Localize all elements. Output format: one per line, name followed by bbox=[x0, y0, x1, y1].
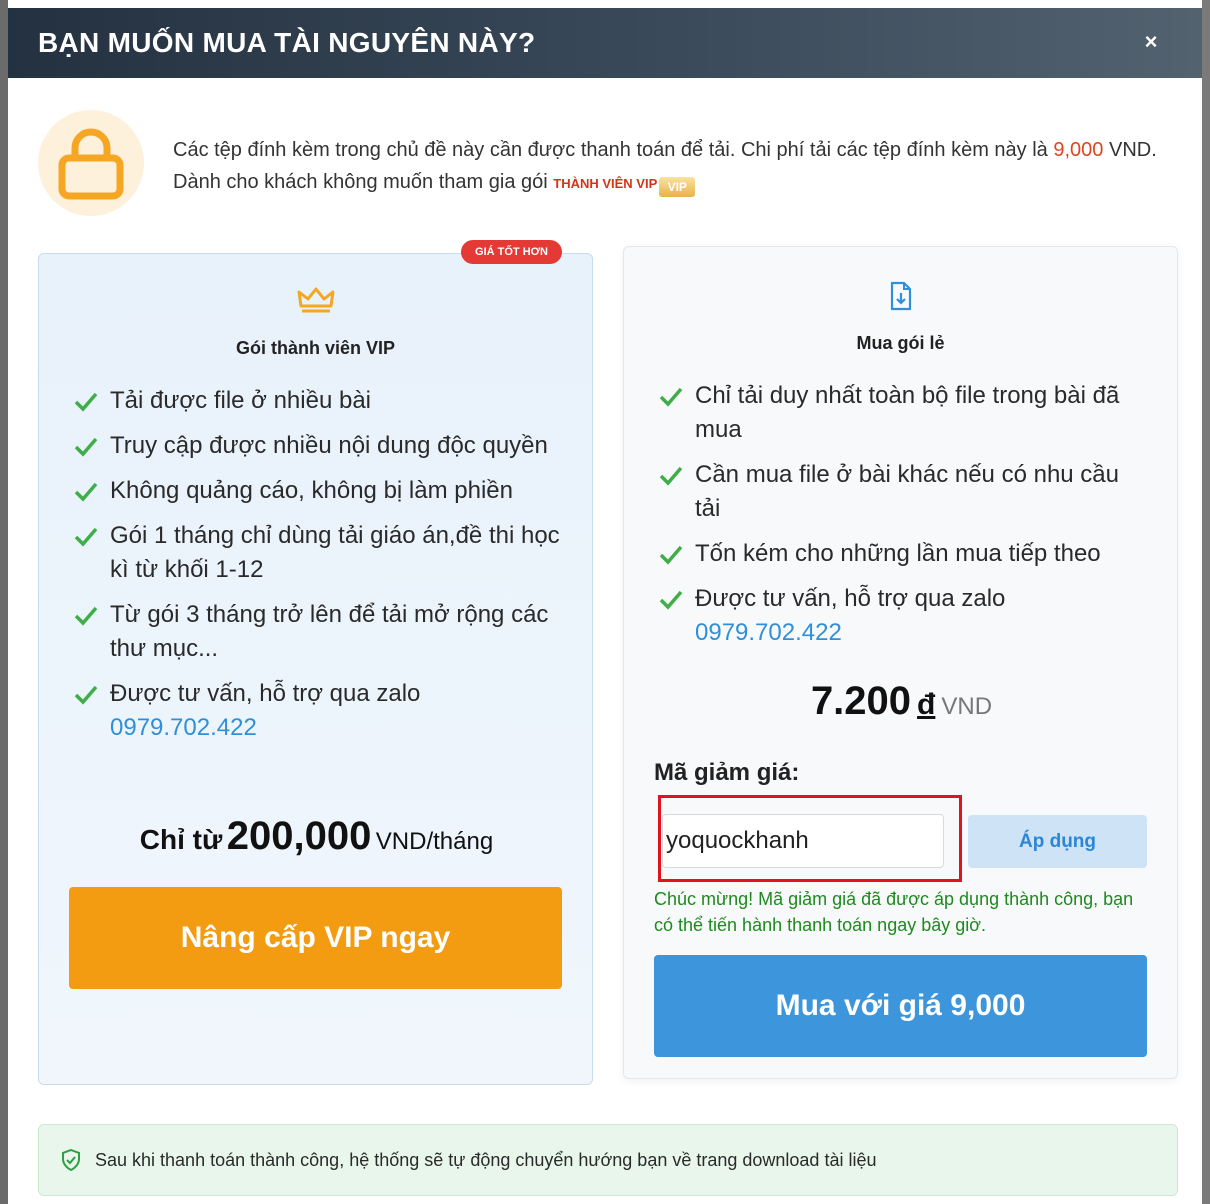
list-item: Được tư vấn, hỗ trợ qua zalo 0979.702.422 bbox=[73, 677, 563, 745]
single-plan-card: Mua gói lẻ Chỉ tải duy nhất toàn bộ file… bbox=[623, 246, 1178, 1079]
check-icon bbox=[74, 437, 98, 457]
list-item: Không quảng cáo, không bị làm phiền bbox=[73, 474, 563, 508]
lock-icon-wrapper bbox=[38, 110, 144, 216]
close-button[interactable]: × bbox=[1136, 24, 1166, 60]
single-feature-list: Chỉ tải duy nhất toàn bộ file trong bài … bbox=[658, 379, 1148, 661]
price-unit: VND bbox=[941, 693, 993, 720]
file-download-icon-wrapper bbox=[624, 281, 1177, 311]
feature-text: Không quảng cáo, không bị làm phiền bbox=[110, 477, 513, 504]
intro-price: 9,000 bbox=[1053, 139, 1104, 161]
check-icon bbox=[74, 482, 98, 502]
intro-text-before: Các tệp đính kèm trong chủ đề này cần đư… bbox=[173, 139, 1054, 161]
feature-text: Gói 1 tháng chỉ dùng tải giáo án,đề thi … bbox=[110, 522, 560, 583]
vip-price: Chỉ từ 200,000 VND/tháng bbox=[39, 814, 594, 859]
vip-phone-link[interactable]: 0979.702.422 bbox=[110, 714, 257, 741]
list-item: Từ gói 3 tháng trở lên để tải mở rộng cá… bbox=[73, 598, 563, 666]
check-icon bbox=[74, 606, 98, 626]
feature-text: Tốn kém cho những lần mua tiếp theo bbox=[695, 540, 1101, 567]
modal-title: BẠN MUỐN MUA TÀI NGUYÊN NÀY? bbox=[38, 27, 536, 58]
buy-button[interactable]: Mua với giá 9,000 bbox=[654, 955, 1147, 1057]
coupon-success-message: Chúc mừng! Mã giảm giá đã được áp dụng t… bbox=[654, 889, 1134, 935]
check-icon bbox=[659, 466, 683, 486]
vip-badge-icon: VIP bbox=[659, 177, 696, 197]
check-icon bbox=[659, 590, 683, 610]
lock-icon bbox=[58, 128, 124, 200]
purchase-modal: BẠN MUỐN MUA TÀI NGUYÊN NÀY? × Các tệp đ… bbox=[8, 8, 1202, 1204]
intro-text: Các tệp đính kèm trong chủ đề này cần đư… bbox=[173, 134, 1183, 200]
check-icon bbox=[74, 527, 98, 547]
single-price: 7.200 đ VND bbox=[624, 679, 1179, 724]
backdrop-left bbox=[0, 0, 8, 1204]
feature-text: Truy cập được nhiều nội dung độc quyền bbox=[110, 432, 548, 459]
list-item: Gói 1 tháng chỉ dùng tải giáo án,đề thi … bbox=[73, 519, 563, 587]
list-item: Được tư vấn, hỗ trợ qua zalo 0979.702.422 bbox=[658, 582, 1148, 650]
list-item: Tốn kém cho những lần mua tiếp theo bbox=[658, 537, 1148, 571]
feature-text: Được tư vấn, hỗ trợ qua zalo bbox=[110, 680, 421, 707]
upgrade-vip-button[interactable]: Nâng cấp VIP ngay bbox=[69, 887, 562, 989]
shield-check-icon bbox=[62, 1149, 80, 1171]
best-price-badge: GIÁ TỐT HƠN bbox=[461, 240, 562, 264]
price-lead: Chỉ từ bbox=[139, 824, 223, 855]
feature-text: Được tư vấn, hỗ trợ qua zalo bbox=[695, 585, 1006, 612]
notice-text: Sau khi thanh toán thành công, hệ thống … bbox=[95, 1149, 877, 1170]
feature-text: Tải được file ở nhiều bài bbox=[110, 387, 371, 414]
single-plan-title: Mua gói lẻ bbox=[856, 333, 945, 353]
check-icon bbox=[659, 387, 683, 407]
feature-text: Từ gói 3 tháng trở lên để tải mở rộng cá… bbox=[110, 601, 549, 662]
price-unit: VND/tháng bbox=[375, 828, 494, 855]
coupon-label: Mã giảm giá: bbox=[654, 759, 800, 786]
list-item: Truy cập được nhiều nội dung độc quyền bbox=[73, 429, 563, 463]
single-phone-link[interactable]: 0979.702.422 bbox=[695, 619, 842, 646]
backdrop-right bbox=[1202, 0, 1210, 1204]
price-currency: đ bbox=[917, 688, 936, 721]
check-icon bbox=[74, 392, 98, 412]
vip-member-link[interactable]: THÀNH VIÊN VIP bbox=[553, 176, 657, 191]
price-amount: 7.200 bbox=[810, 679, 912, 723]
vip-plan-card: Gói thành viên VIP Tải được file ở nhiều… bbox=[38, 253, 593, 1085]
feature-text: Cần mua file ở bài khác nếu có nhu cầu t… bbox=[695, 461, 1119, 522]
crown-icon bbox=[297, 287, 334, 313]
check-icon bbox=[659, 545, 683, 565]
modal-header: BẠN MUỐN MUA TÀI NGUYÊN NÀY? × bbox=[8, 8, 1202, 78]
vip-feature-list: Tải được file ở nhiều bài Truy cập được … bbox=[73, 384, 563, 756]
file-download-icon bbox=[890, 281, 911, 311]
redirect-notice: Sau khi thanh toán thành công, hệ thống … bbox=[38, 1124, 1178, 1196]
apply-coupon-button[interactable]: Áp dụng bbox=[968, 815, 1147, 868]
check-icon bbox=[74, 685, 98, 705]
feature-text: Chỉ tải duy nhất toàn bộ file trong bài … bbox=[695, 382, 1120, 443]
list-item: Chỉ tải duy nhất toàn bộ file trong bài … bbox=[658, 379, 1148, 447]
coupon-input[interactable] bbox=[662, 814, 944, 868]
list-item: Cần mua file ở bài khác nếu có nhu cầu t… bbox=[658, 458, 1148, 526]
price-amount: 200,000 bbox=[226, 814, 372, 858]
vip-plan-title: Gói thành viên VIP bbox=[235, 338, 396, 358]
crown-icon-wrapper bbox=[39, 286, 592, 314]
list-item: Tải được file ở nhiều bài bbox=[73, 384, 563, 418]
